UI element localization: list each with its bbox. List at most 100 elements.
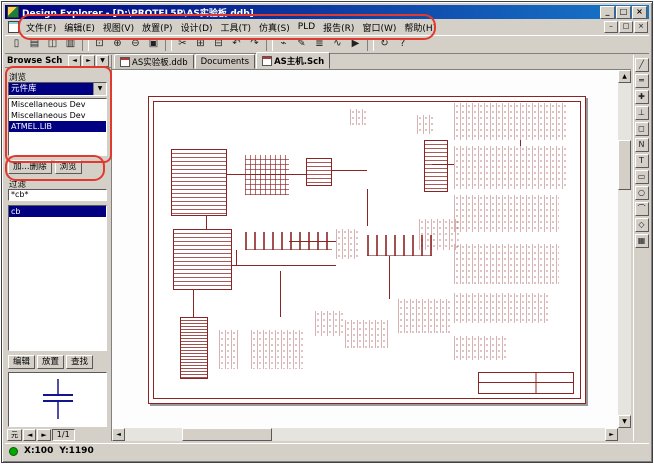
menu-item-2[interactable]: 视图(V) (99, 21, 138, 34)
schematic-cluster[interactable] (171, 149, 228, 216)
schematic-cluster[interactable] (345, 320, 389, 348)
place-button[interactable]: 放置 (37, 355, 64, 369)
scroll-up-button[interactable]: ▲ (618, 70, 631, 83)
schematic-cluster[interactable] (478, 372, 574, 393)
menu-item-10[interactable]: 帮助(H) (400, 21, 440, 34)
schematic-canvas[interactable] (112, 70, 618, 428)
junction-tool-icon[interactable]: ✚ (635, 90, 649, 104)
open-icon[interactable]: ▤ (26, 37, 43, 52)
text-tool-icon[interactable]: T (635, 154, 649, 168)
schematic-cluster[interactable] (245, 155, 289, 195)
panel-dropdown-button[interactable]: ▼ (96, 55, 109, 67)
pager-prev-button[interactable]: ◄ (23, 429, 36, 441)
pager-next-button[interactable]: ► (37, 429, 50, 441)
library-list[interactable]: Miscellaneous DevMiscellaneous DevATMEL.… (8, 98, 107, 156)
footer-button[interactable]: 元 (7, 429, 22, 441)
vertical-scroll-thumb[interactable] (618, 140, 631, 190)
rectangle-tool-icon[interactable]: ▭ (635, 170, 649, 184)
schematic-cluster[interactable] (219, 330, 239, 370)
mdi-minimize-button[interactable]: – (604, 21, 618, 33)
schematic-cluster[interactable] (454, 195, 559, 232)
scroll-down-button[interactable]: ▼ (618, 415, 631, 428)
menu-item-9[interactable]: 窗口(W) (358, 21, 400, 34)
undo-icon[interactable]: ↶ (228, 37, 245, 52)
library-icon[interactable]: ≣ (311, 37, 328, 52)
power-port-tool-icon[interactable]: ⊥ (635, 106, 649, 120)
component-list[interactable]: cb (8, 205, 107, 351)
zoom-out-icon[interactable]: ⊖ (127, 37, 144, 52)
copy-icon[interactable]: ⊞ (192, 37, 209, 52)
library-item[interactable]: Miscellaneous Dev (9, 110, 106, 121)
simulate-icon[interactable]: ∿ (329, 37, 346, 52)
menu-item-5[interactable]: 工具(T) (217, 21, 256, 34)
menu-item-3[interactable]: 放置(P) (138, 21, 176, 34)
dropdown-arrow-icon[interactable]: ▼ (93, 83, 106, 95)
schematic-cluster[interactable] (315, 311, 343, 335)
schematic-sheet[interactable] (148, 96, 586, 404)
library-item[interactable]: Miscellaneous Dev (9, 99, 106, 110)
menu-item-8[interactable]: 报告(R) (319, 21, 358, 34)
run-icon[interactable]: ▶ (347, 37, 364, 52)
wiring-tools-icon[interactable]: ⌁ (275, 37, 292, 52)
schematic-cluster[interactable] (398, 299, 450, 333)
minimize-button[interactable]: _ (600, 6, 615, 19)
new-document-icon[interactable]: ▯ (8, 37, 25, 52)
polygon-tool-icon[interactable]: ◇ (635, 218, 649, 232)
vertical-scrollbar[interactable]: ▲ ▼ (618, 70, 631, 428)
drawing-tools-icon[interactable]: ✎ (293, 37, 310, 52)
zoom-all-icon[interactable]: ▣ (145, 37, 162, 52)
scroll-left-button[interactable]: ◄ (112, 428, 125, 441)
menu-item-1[interactable]: 编辑(E) (60, 21, 99, 34)
maximize-button[interactable]: □ (616, 6, 631, 19)
schematic-cluster[interactable] (180, 317, 208, 378)
bus-tool-icon[interactable]: ═ (635, 74, 649, 88)
mdi-close-button[interactable]: × (634, 21, 648, 33)
category-dropdown[interactable]: 元件库 ▼ (8, 82, 107, 96)
arc-tool-icon[interactable]: ⌒ (635, 202, 649, 216)
panel-left-arrow-button[interactable]: ◄ (68, 55, 81, 67)
library-item[interactable]: ATMEL.LIB (9, 121, 106, 132)
array-tool-icon[interactable]: ▦ (635, 234, 649, 248)
schematic-cluster[interactable] (454, 103, 567, 140)
part-tool-icon[interactable]: ◻ (635, 122, 649, 136)
menu-item-7[interactable]: PLD (294, 22, 319, 32)
tab-1[interactable]: Documents (195, 54, 255, 69)
horizontal-scrollbar[interactable]: ◄ ► (112, 428, 618, 441)
help-icon[interactable]: ? (394, 37, 411, 52)
schematic-cluster[interactable] (419, 219, 458, 250)
schematic-cluster[interactable] (454, 336, 506, 360)
horizontal-scroll-thumb[interactable] (182, 428, 272, 441)
browse-button[interactable]: 浏览 (55, 160, 82, 174)
schematic-cluster[interactable] (454, 244, 559, 284)
tab-0[interactable]: AS实验板.ddb (114, 54, 194, 69)
zoom-window-icon[interactable]: ⊡ (91, 37, 108, 52)
panel-right-arrow-button[interactable]: ► (82, 55, 95, 67)
component-item[interactable]: cb (9, 206, 106, 217)
menu-item-4[interactable]: 设计(D) (177, 21, 217, 34)
ellipse-tool-icon[interactable]: ○ (635, 186, 649, 200)
document-icon[interactable] (8, 21, 19, 33)
schematic-cluster[interactable] (306, 158, 332, 186)
redo-icon[interactable]: ↷ (246, 37, 263, 52)
menu-item-6[interactable]: 仿真(S) (255, 21, 294, 34)
menu-item-0[interactable]: 文件(F) (22, 21, 60, 34)
paste-icon[interactable]: ⊟ (210, 37, 227, 52)
mdi-restore-button[interactable]: □ (619, 21, 633, 33)
scroll-right-button[interactable]: ► (605, 428, 618, 441)
filter-input[interactable]: *cb* (8, 189, 107, 201)
zoom-in-icon[interactable]: ⊕ (109, 37, 126, 52)
wire-tool-icon[interactable]: ╱ (635, 58, 649, 72)
schematic-cluster[interactable] (336, 229, 358, 260)
schematic-cluster[interactable] (454, 146, 567, 189)
net-label-tool-icon[interactable]: N (635, 138, 649, 152)
cut-icon[interactable]: ✂ (174, 37, 191, 52)
save-icon[interactable]: ◫ (44, 37, 61, 52)
edit-button[interactable]: 编辑 (8, 355, 35, 369)
add-remove-button[interactable]: 加...删除 (8, 160, 52, 174)
tab-2[interactable]: AS主机.Sch (256, 52, 330, 69)
schematic-cluster[interactable] (417, 115, 434, 133)
rotate-icon[interactable]: ↻ (376, 37, 393, 52)
schematic-cluster[interactable] (173, 229, 232, 290)
schematic-cluster[interactable] (454, 293, 550, 324)
print-icon[interactable]: ▥ (62, 37, 79, 52)
